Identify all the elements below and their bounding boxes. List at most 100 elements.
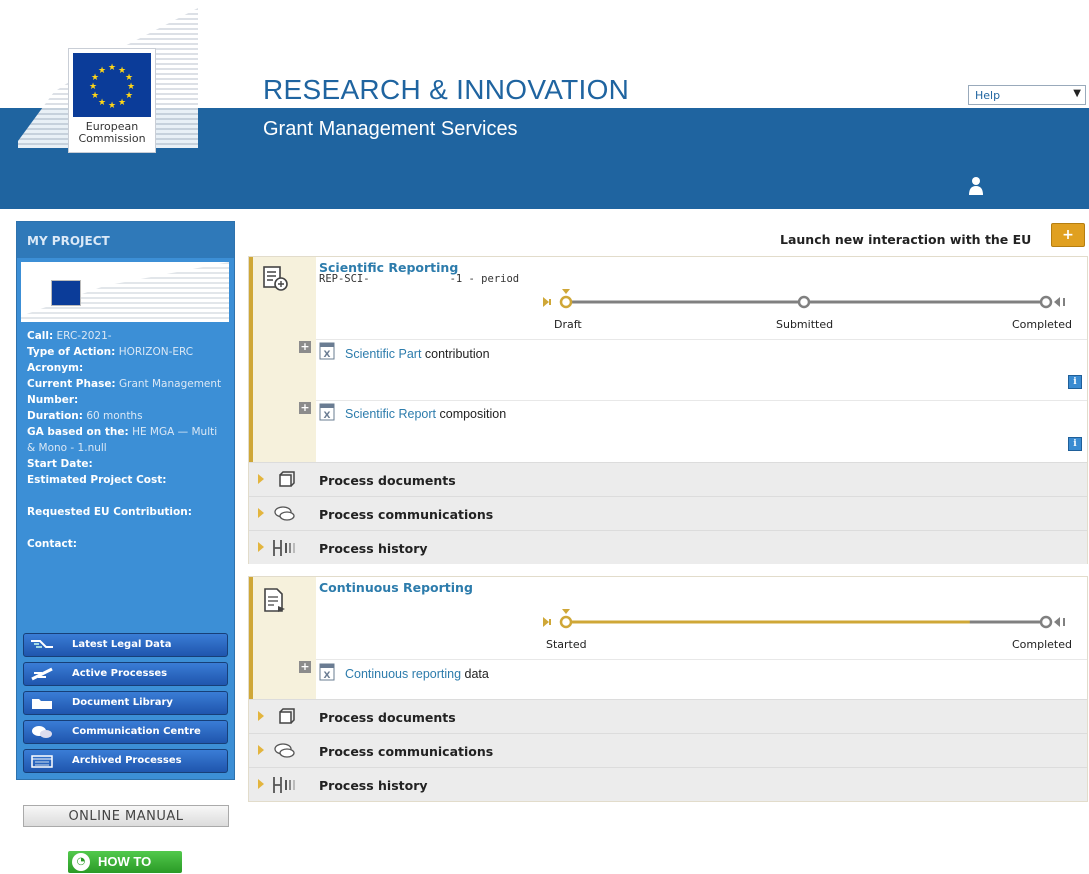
info-icon[interactable]: i — [1068, 437, 1082, 451]
field-label: Duration: — [27, 410, 83, 422]
ec-logo-box: ★ ★ ★ ★ ★ ★ ★ ★ ★ ★ ★ ★ European Commission — [68, 48, 156, 153]
field-requested-contribution: Requested EU Contribution: — [27, 504, 224, 520]
folder-icon — [32, 699, 52, 709]
row-process-history[interactable]: Process history — [249, 767, 1087, 801]
divider — [316, 400, 1087, 401]
expand-triangle-icon — [258, 508, 264, 518]
field-estimated-cost: Estimated Project Cost: — [27, 472, 224, 488]
process-panel-continuous-reporting: Continuous Reporting Started Completed +… — [248, 576, 1088, 802]
nav-latest-legal-data[interactable]: Latest Legal Data — [23, 633, 228, 657]
svg-text:★: ★ — [98, 66, 106, 76]
step-label-completed: Completed — [1012, 318, 1072, 331]
info-icon[interactable]: i — [1068, 375, 1082, 389]
step-label-submitted: Submitted — [776, 318, 834, 331]
launch-interaction-label: Launch new interaction with the EU — [780, 232, 1032, 247]
row-process-history[interactable]: Process history — [249, 530, 1087, 564]
field-label: Call: — [27, 330, 54, 342]
eu-flag-mini-icon — [51, 280, 81, 306]
history-icon — [273, 777, 295, 793]
field-type-of-action: Type of Action: HORIZON-ERC — [27, 344, 224, 360]
step-label-draft: Draft — [554, 318, 582, 331]
field-label: Requested EU Contribution: — [27, 506, 192, 518]
app-subtitle: Grant Management Services — [263, 118, 518, 140]
nav-label: Latest Legal Data — [72, 639, 172, 650]
nav-document-library[interactable]: Document Library — [23, 691, 228, 715]
row-process-communications[interactable]: Process communications — [249, 496, 1087, 530]
field-value: ERC-2021- — [56, 330, 112, 342]
action-scientific-part[interactable]: Scientific Part contribution — [345, 347, 490, 361]
speech-bubbles-icon — [274, 743, 295, 758]
archive-icon — [31, 755, 53, 768]
svg-text:X: X — [324, 671, 331, 681]
expand-plus-icon[interactable]: + — [299, 341, 311, 353]
user-icon[interactable] — [968, 176, 984, 196]
history-icon — [273, 540, 295, 556]
nav-communication-centre[interactable]: Communication Centre — [23, 720, 228, 744]
step-completed-dot — [1039, 295, 1053, 309]
svg-text:★: ★ — [91, 91, 99, 101]
nav-label: Communication Centre — [72, 726, 201, 737]
field-value: 60 months — [86, 410, 143, 422]
how-to-button[interactable]: ◔ HOW TO — [68, 851, 182, 873]
svg-text:★: ★ — [98, 98, 106, 108]
field-number: Number: — [27, 392, 224, 408]
step-submitted-dot — [797, 295, 811, 309]
nav-active-processes[interactable]: Active Processes — [23, 662, 228, 686]
start-marker-icon — [543, 297, 549, 307]
field-start-date: Start Date: — [27, 456, 224, 472]
launch-interaction-button[interactable]: + — [1051, 223, 1085, 247]
process-reference-suffix: -1 - period — [449, 273, 520, 285]
field-value: HORIZON-ERC — [118, 346, 194, 358]
process-title[interactable]: Continuous Reporting — [319, 580, 473, 595]
svg-text:★: ★ — [108, 63, 116, 73]
row-process-communications[interactable]: Process communications — [249, 733, 1087, 767]
process-reference: REP-SCI- -1 - period — [319, 273, 519, 285]
ec-logo[interactable]: ★ ★ ★ ★ ★ ★ ★ ★ ★ ★ ★ ★ European Commission — [18, 8, 198, 153]
divider — [316, 339, 1087, 340]
expand-triangle-icon — [258, 779, 264, 789]
continuous-report-icon — [264, 588, 285, 612]
field-value: Grant Management — [118, 378, 222, 390]
nav-label: Active Processes — [72, 668, 168, 679]
project-info: Call: ERC-2021- Type of Action: HORIZON-… — [17, 322, 234, 558]
row-process-documents[interactable]: Process documents — [249, 699, 1087, 733]
step-draft-dot — [559, 295, 573, 309]
step-label-started: Started — [546, 638, 587, 651]
process-progress-track — [543, 289, 1065, 309]
help-dropdown[interactable]: Help ▼ — [968, 85, 1086, 105]
online-manual-button[interactable]: ONLINE MANUAL — [23, 805, 229, 827]
expand-triangle-icon — [258, 745, 264, 755]
my-project-sidebar: MY PROJECT Call: ERC-2021- Type of Actio… — [16, 221, 235, 780]
step-label-completed: Completed — [1012, 638, 1072, 651]
documents-icon — [279, 471, 295, 487]
documents-icon — [279, 708, 295, 724]
nav-label: Document Library — [72, 697, 173, 708]
row-label: Process history — [319, 541, 428, 556]
action-link[interactable]: Continuous reporting — [345, 667, 461, 681]
expand-plus-icon[interactable]: + — [299, 661, 311, 673]
svg-text:★: ★ — [89, 82, 97, 92]
action-link[interactable]: Scientific Part — [345, 347, 421, 361]
expand-plus-icon[interactable]: + — [299, 402, 311, 414]
row-process-documents[interactable]: Process documents — [249, 462, 1087, 496]
field-call: Call: ERC-2021- — [27, 328, 224, 344]
scientific-report-icon — [263, 266, 288, 291]
row-label: Process documents — [319, 473, 456, 488]
nav-label: Archived Processes — [72, 755, 182, 766]
nav-archived-processes[interactable]: Archived Processes — [23, 749, 228, 773]
action-link[interactable]: Scientific Report — [345, 407, 436, 421]
sidebar-title: MY PROJECT — [17, 222, 234, 258]
action-scientific-report[interactable]: Scientific Report composition — [345, 407, 506, 421]
divider — [316, 659, 1087, 660]
chevron-down-icon: ▼ — [1073, 88, 1081, 99]
ec-logo-text: European Commission — [78, 120, 146, 145]
field-contact: Contact: — [27, 536, 224, 552]
expand-triangle-icon — [258, 474, 264, 484]
action-text: composition — [436, 407, 507, 421]
process-reference-prefix: REP-SCI- — [319, 273, 370, 285]
current-step-marker-icon — [562, 609, 570, 614]
field-acronym: Acronym: — [27, 360, 224, 376]
action-continuous-reporting-data[interactable]: Continuous reporting data — [345, 667, 489, 681]
